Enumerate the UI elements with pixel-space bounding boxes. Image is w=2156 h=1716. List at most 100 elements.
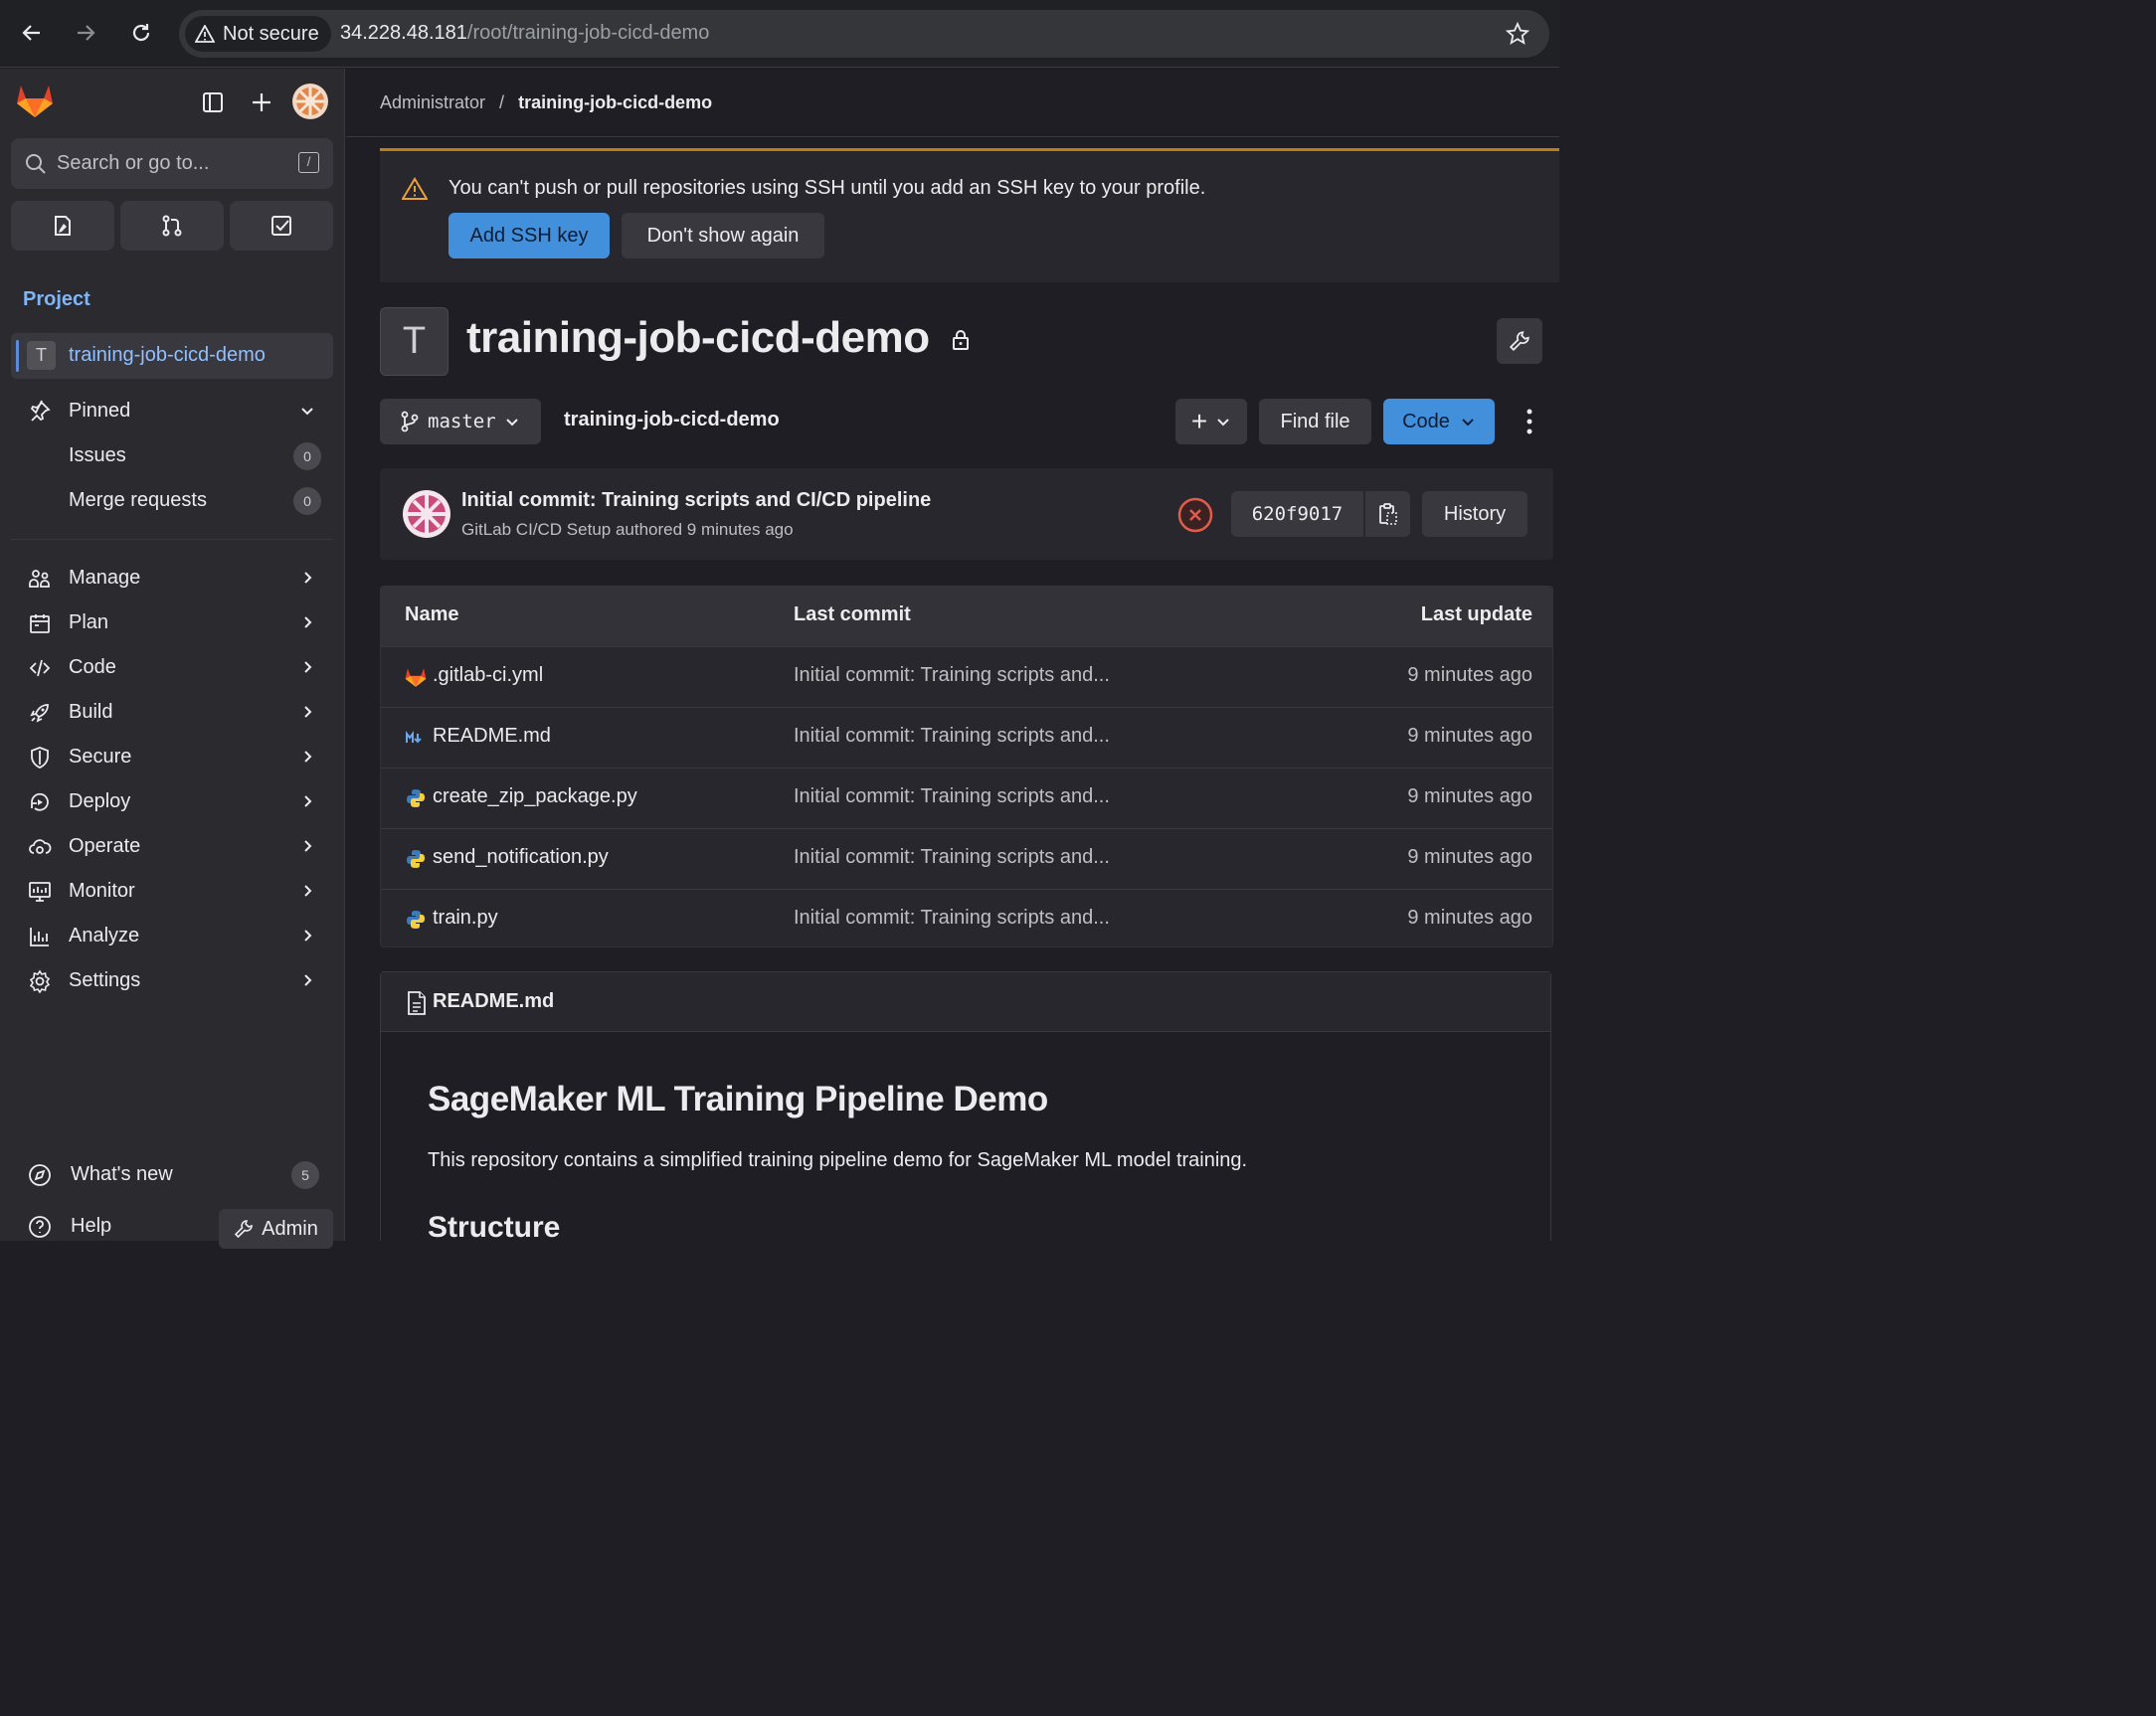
reload-icon xyxy=(132,24,150,42)
add-ssh-key-button[interactable]: Add SSH key xyxy=(449,213,610,258)
browser-toolbar: Not secure 34.228.48.181/root/training-j… xyxy=(0,0,1559,68)
repository-path[interactable]: training-job-cicd-demo xyxy=(564,409,780,431)
chevron-right-icon xyxy=(304,885,312,897)
merge-requests-count-badge: 0 xyxy=(293,487,321,515)
document-icon xyxy=(408,991,426,1015)
help-icon xyxy=(29,1216,51,1238)
sidebar-toggle-icon[interactable] xyxy=(201,90,225,119)
table-row[interactable]: .gitlab-ci.yml Initial commit: Training … xyxy=(381,646,1552,707)
sidebar-item-label: Manage xyxy=(69,567,141,589)
breadcrumb-current[interactable]: training-job-cicd-demo xyxy=(518,92,712,112)
back-button[interactable] xyxy=(17,18,47,48)
breadcrumb: Administrator / training-job-cicd-demo xyxy=(380,92,712,113)
commit-author-avatar[interactable] xyxy=(403,490,450,543)
sidebar-item-plan[interactable]: Plan xyxy=(0,603,345,643)
security-label: Not secure xyxy=(223,22,319,45)
file-last-update: 9 minutes ago xyxy=(1407,846,1532,868)
admin-button[interactable]: Admin xyxy=(219,1209,333,1249)
file-last-commit[interactable]: Initial commit: Training scripts and... xyxy=(794,664,1110,687)
pin-icon xyxy=(30,400,51,422)
table-row[interactable]: README.md Initial commit: Training scrip… xyxy=(381,707,1552,768)
branch-selector[interactable]: master xyxy=(380,399,541,444)
readme-filename[interactable]: README.md xyxy=(433,990,554,1013)
breadcrumb-divider xyxy=(346,136,1559,137)
search-shortcut-badge: / xyxy=(298,152,319,173)
monitor-icon xyxy=(29,882,51,902)
sidebar-item-secure[interactable]: Secure xyxy=(0,738,345,777)
file-last-commit[interactable]: Initial commit: Training scripts and... xyxy=(794,846,1110,869)
breadcrumb-parent[interactable]: Administrator xyxy=(380,92,485,112)
python-icon xyxy=(407,789,425,807)
commit-sha[interactable]: 620f9017 xyxy=(1231,491,1363,537)
address-bar[interactable]: Not secure 34.228.48.181/root/training-j… xyxy=(179,10,1549,58)
url-text[interactable]: 34.228.48.181/root/training-job-cicd-dem… xyxy=(340,22,709,45)
column-header-last-update: Last update xyxy=(1420,603,1532,625)
dont-show-again-button[interactable]: Don't show again xyxy=(622,213,824,258)
file-name[interactable]: train.py xyxy=(433,907,498,930)
table-row[interactable]: create_zip_package.py Initial commit: Tr… xyxy=(381,768,1552,828)
merge-requests-button[interactable] xyxy=(120,201,224,251)
commit-title[interactable]: Initial commit: Training scripts and CI/… xyxy=(461,489,931,512)
plus-icon[interactable] xyxy=(250,90,273,119)
security-indicator[interactable]: Not secure xyxy=(185,16,331,52)
wrench-icon xyxy=(1509,331,1529,352)
url-path: /root/training-job-cicd-demo xyxy=(466,22,710,44)
python-icon xyxy=(407,911,425,929)
whats-new-label: What's new xyxy=(71,1163,173,1185)
file-name[interactable]: README.md xyxy=(433,725,551,748)
sidebar-item-build[interactable]: Build xyxy=(0,693,345,733)
sidebar-item-manage[interactable]: Manage xyxy=(0,559,345,599)
sidebar-item-label: Build xyxy=(69,701,113,723)
whats-new-item[interactable]: What's new 5 xyxy=(0,1155,345,1195)
sidebar-item-code[interactable]: Code xyxy=(0,648,345,688)
chevron-right-icon xyxy=(304,616,312,628)
file-last-commit[interactable]: Initial commit: Training scripts and... xyxy=(794,725,1110,748)
file-table: Name Last commit Last update .gitlab-ci.… xyxy=(380,586,1553,947)
sidebar-item-analyze[interactable]: Analyze xyxy=(0,917,345,956)
sidebar-item-pinned[interactable]: Pinned xyxy=(0,392,345,431)
file-name[interactable]: create_zip_package.py xyxy=(433,785,637,808)
user-avatar[interactable] xyxy=(292,84,328,124)
chevron-right-icon xyxy=(304,974,312,986)
sidebar-item-merge-requests[interactable]: Merge requests 0 xyxy=(0,481,345,521)
file-last-commit[interactable]: Initial commit: Training scripts and... xyxy=(794,785,1110,808)
chevron-right-icon xyxy=(304,706,312,718)
code-dropdown-button[interactable]: Code xyxy=(1383,399,1495,444)
more-actions-icon[interactable] xyxy=(1518,408,1541,440)
project-settings-button[interactable] xyxy=(1497,318,1542,364)
warning-icon xyxy=(402,177,428,200)
file-name[interactable]: send_notification.py xyxy=(433,846,609,869)
column-header-name: Name xyxy=(405,603,459,625)
sidebar-item-operate[interactable]: Operate xyxy=(0,827,345,867)
search-input[interactable]: Search or go to... / xyxy=(11,138,333,189)
bookmark-star-icon[interactable] xyxy=(1505,21,1530,51)
table-row[interactable]: train.py Initial commit: Training script… xyxy=(381,889,1552,946)
search-placeholder: Search or go to... xyxy=(57,152,210,174)
sidebar-item-label: Plan xyxy=(69,611,109,633)
assigned-issues-button[interactable] xyxy=(11,201,114,251)
project-title: training-job-cicd-demo xyxy=(466,313,971,363)
copy-sha-button[interactable] xyxy=(1365,491,1410,537)
add-file-dropdown[interactable]: + xyxy=(1175,399,1247,444)
table-row[interactable]: send_notification.py Initial commit: Tra… xyxy=(381,828,1552,889)
file-name[interactable]: .gitlab-ci.yml xyxy=(433,664,543,687)
chevron-right-icon xyxy=(304,751,312,763)
sidebar-item-settings[interactable]: Settings xyxy=(0,961,345,1001)
file-last-commit[interactable]: Initial commit: Training scripts and... xyxy=(794,907,1110,930)
rocket-icon xyxy=(30,704,49,723)
sidebar-item-issues[interactable]: Issues 0 xyxy=(0,436,345,476)
warning-triangle-icon xyxy=(195,25,215,43)
sidebar-project-item[interactable]: T training-job-cicd-demo xyxy=(11,333,333,379)
pipeline-failed-icon[interactable] xyxy=(1177,497,1213,538)
sidebar-item-monitor[interactable]: Monitor xyxy=(0,872,345,912)
history-button[interactable]: History xyxy=(1422,491,1527,537)
file-last-update: 9 minutes ago xyxy=(1407,907,1532,929)
readme-paragraph: This repository contains a simplified tr… xyxy=(428,1149,1248,1171)
todos-button[interactable] xyxy=(230,201,333,251)
readme-heading: SageMaker ML Training Pipeline Demo xyxy=(428,1080,1048,1118)
find-file-button[interactable]: Find file xyxy=(1259,399,1371,444)
sidebar-item-deploy[interactable]: Deploy xyxy=(0,782,345,822)
reload-button[interactable] xyxy=(126,18,156,48)
gitlab-logo-icon[interactable] xyxy=(16,83,54,123)
forward-button[interactable] xyxy=(71,18,100,48)
